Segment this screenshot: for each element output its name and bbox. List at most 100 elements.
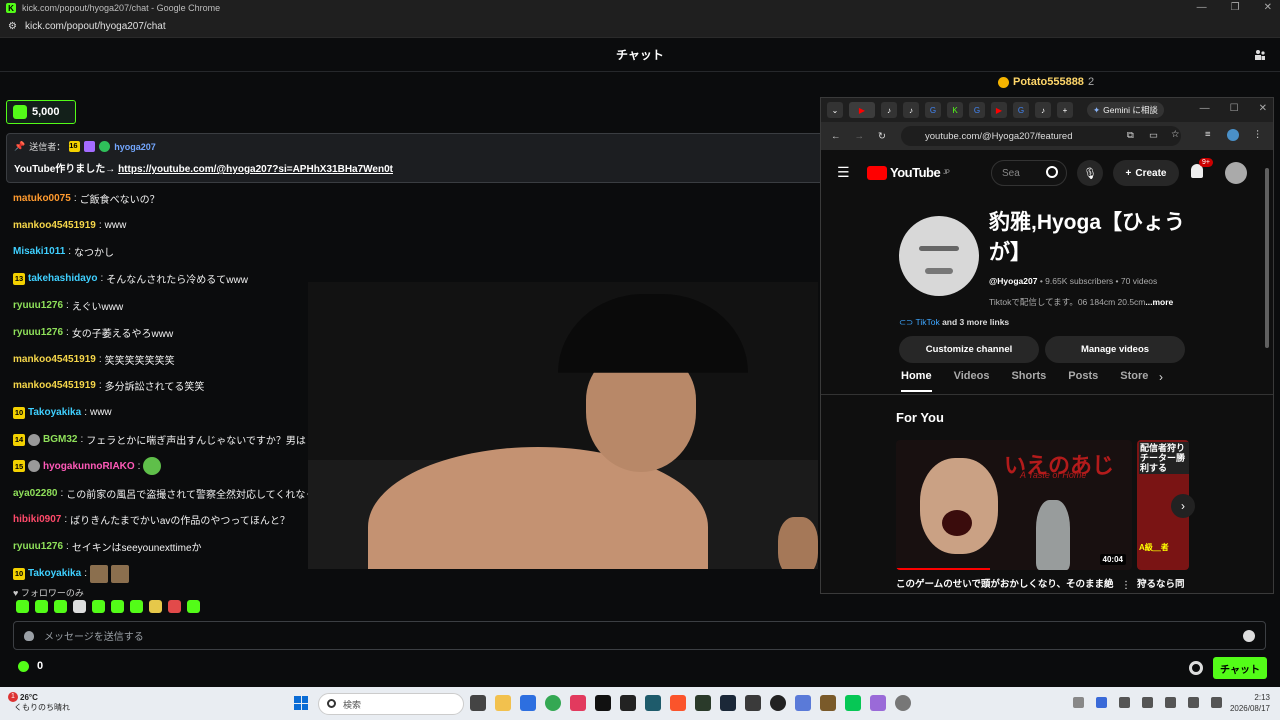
chat-username[interactable]: ryuuu1276 (13, 300, 63, 311)
chat-username[interactable]: aya02280 (13, 488, 58, 499)
tab-store[interactable]: Store (1120, 370, 1148, 392)
chat-username[interactable]: mankoo45451919 (13, 354, 96, 365)
app-icon[interactable] (645, 695, 661, 711)
forward-icon[interactable]: → (855, 131, 865, 142)
more-link[interactable]: ...more (1145, 297, 1173, 307)
tray-icon[interactable] (1142, 697, 1153, 708)
gear-icon[interactable] (1189, 661, 1203, 675)
translate-icon[interactable]: ⧉ (1127, 130, 1134, 141)
channel-description[interactable]: Tiktokで配信してます。06 184cm 20.5cm...more (989, 296, 1173, 308)
channel-points[interactable]: 0 (18, 660, 43, 672)
profile-icon[interactable] (1227, 129, 1239, 141)
app-icon[interactable] (520, 695, 536, 711)
tray-icon[interactable] (1165, 697, 1176, 708)
chat-username[interactable]: Takoyakika (28, 568, 81, 579)
address-bar[interactable]: ⚙ kick.com/popout/hyoga207/chat (0, 16, 1280, 38)
cast-icon[interactable]: ▭ (1149, 130, 1158, 141)
account-avatar[interactable] (1225, 162, 1247, 184)
search-icon[interactable] (1046, 166, 1058, 178)
customize-channel-button[interactable]: Customize channel (899, 336, 1039, 363)
app-icon[interactable] (745, 695, 761, 711)
popup-url[interactable]: youtube.com/@Hyoga207/featured (925, 131, 1073, 142)
minecraft-icon[interactable] (820, 695, 836, 711)
emote-icon[interactable] (111, 600, 124, 613)
kebab-menu-icon[interactable]: ⋮ (1253, 129, 1263, 140)
top-gifter[interactable]: Potato555888 2 (998, 76, 1094, 88)
tab-google[interactable]: G (1013, 102, 1029, 118)
tab-posts[interactable]: Posts (1068, 370, 1098, 392)
windows-start-icon[interactable] (294, 696, 308, 710)
emote-icon[interactable] (149, 600, 162, 613)
kicks-balance-button[interactable]: 5,000 (6, 100, 76, 124)
emote-icon[interactable] (16, 600, 29, 613)
cloud-icon[interactable] (1096, 697, 1107, 708)
send-chat-button[interactable]: チャット (1213, 657, 1267, 679)
video-thumbnail[interactable]: いえのあじ A Taste of Home 40:04 (896, 440, 1132, 570)
hamburger-menu-icon[interactable]: ☰ (837, 164, 850, 181)
chat-username[interactable]: takehashidayo (28, 273, 97, 284)
tiktok-icon[interactable] (595, 695, 611, 711)
tab-youtube[interactable]: ▶ (991, 102, 1007, 118)
gemini-button[interactable]: ✦ Gemini に相談 (1087, 102, 1164, 118)
tiktok-link[interactable]: TikTok (915, 317, 939, 327)
app-icon[interactable] (570, 695, 586, 711)
back-icon[interactable]: ← (831, 131, 841, 142)
chevron-right-icon[interactable]: › (1171, 494, 1195, 518)
emote-icon[interactable] (187, 600, 200, 613)
app-icon[interactable] (795, 695, 811, 711)
close-icon[interactable]: ✕ (1264, 2, 1272, 13)
kebab-menu-icon[interactable]: ⋮ (1121, 580, 1131, 591)
chat-username[interactable]: mankoo45451919 (13, 220, 96, 231)
tab-tiktok[interactable]: ♪ (881, 102, 897, 118)
volume-icon[interactable] (1211, 697, 1222, 708)
chat-username[interactable]: BGM32 (43, 434, 77, 445)
youtube-search-input[interactable]: Sea (991, 160, 1067, 186)
restore-icon[interactable]: ❐ (1231, 2, 1240, 13)
minimize-icon[interactable]: — (1197, 2, 1207, 13)
close-icon[interactable]: ✕ (1259, 103, 1267, 114)
reading-list-icon[interactable]: ≡ (1205, 129, 1211, 140)
emote-icon[interactable] (35, 600, 48, 613)
emote-icon[interactable] (54, 600, 67, 613)
chat-username[interactable]: ryuuu1276 (13, 327, 63, 338)
emote-icon[interactable] (73, 600, 86, 613)
chat-username[interactable]: ryuuu1276 (13, 541, 63, 552)
chat-username[interactable]: matuko0075 (13, 193, 71, 204)
pinned-sender[interactable]: hyoga207 (114, 142, 156, 152)
video-title[interactable]: このゲームのせいで頭がおかしくなり、そのまま絶 (896, 578, 1121, 591)
emote-icon[interactable] (168, 600, 181, 613)
scrollbar[interactable] (1265, 168, 1269, 348)
emoji-icon[interactable] (1243, 630, 1255, 642)
chat-username[interactable]: hyogakunnoRIAKO (43, 461, 135, 472)
youtube-logo[interactable]: YouTube JP (867, 165, 950, 180)
new-tab-button[interactable]: + (1057, 102, 1073, 118)
pinned-link[interactable]: https://youtube.com/@hyoga207?si=APHhX31… (118, 164, 393, 175)
tab-shorts[interactable]: Shorts (1011, 370, 1046, 392)
microphone-icon[interactable] (1119, 697, 1130, 708)
obs-icon[interactable] (770, 695, 786, 711)
chat-username[interactable]: hibiki0907 (13, 514, 61, 525)
chevron-right-icon[interactable]: › (1159, 370, 1163, 384)
tab-list-icon[interactable]: ⌄ (827, 102, 843, 118)
tab-home[interactable]: Home (901, 370, 932, 392)
chat-username[interactable]: Misaki1011 (13, 246, 65, 257)
users-icon[interactable] (1254, 49, 1266, 61)
tab-youtube[interactable]: ▶ (849, 102, 875, 118)
chat-input[interactable]: メッセージを送信する (13, 621, 1266, 650)
tab-tiktok[interactable]: ♪ (1035, 102, 1051, 118)
more-links[interactable]: and 3 more links (940, 317, 1009, 327)
line-icon[interactable] (845, 695, 861, 711)
restore-icon[interactable]: ☐ (1230, 103, 1239, 114)
video-title[interactable]: 狩るなら同 (1137, 578, 1189, 591)
taskbar-search[interactable]: 検索 (318, 693, 464, 715)
microphone-icon[interactable]: 🎙 (1077, 160, 1103, 186)
terminal-icon[interactable] (620, 695, 636, 711)
tab-google[interactable]: G (969, 102, 985, 118)
tab-google[interactable]: G (925, 102, 941, 118)
task-view-icon[interactable] (470, 695, 486, 711)
wifi-icon[interactable] (1188, 697, 1199, 708)
app-icon[interactable] (695, 695, 711, 711)
emote-icon[interactable] (130, 600, 143, 613)
chrome-icon[interactable] (545, 695, 561, 711)
weather-widget[interactable]: 1 26°C くもりのち晴れ (8, 692, 70, 713)
